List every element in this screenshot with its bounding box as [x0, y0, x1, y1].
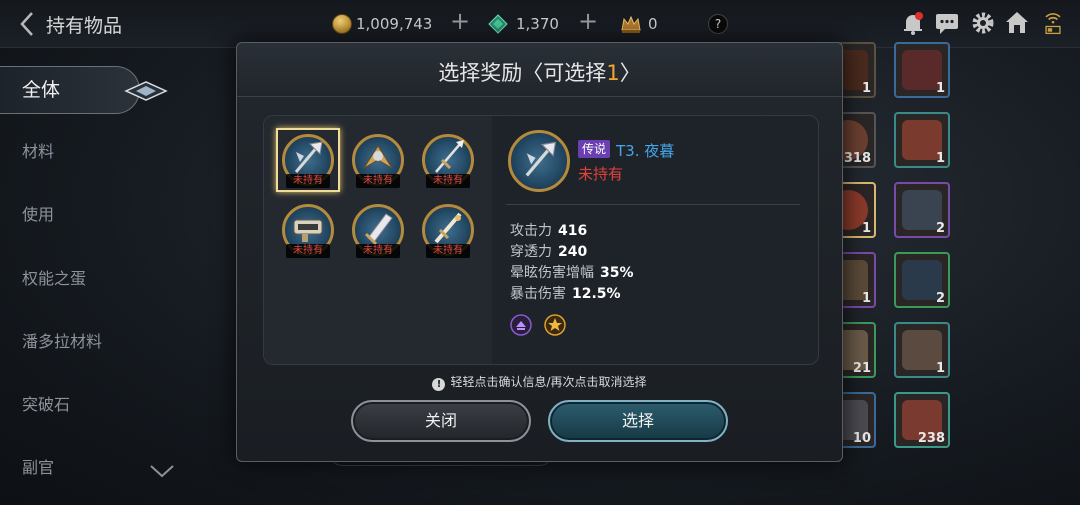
- inventory-slot[interactable]: 2: [894, 182, 950, 238]
- inventory-slot[interactable]: 1: [894, 322, 950, 378]
- stat-row: 暴击伤害 12.5%: [510, 286, 621, 302]
- reward-item-4[interactable]: 未持有: [278, 200, 338, 260]
- hint-text: ! 轻轻点击确认信息/再次点击取消选择: [237, 373, 842, 391]
- not-owned-tag: 未持有: [286, 174, 330, 188]
- sidebar-item-power-egg[interactable]: 权能之蛋: [0, 255, 175, 303]
- crown-amount: 0: [648, 15, 658, 33]
- add-gold-button[interactable]: +: [448, 9, 472, 34]
- modal-title: 选择奖励〈可选择1〉: [438, 61, 641, 85]
- wifi-battery-icon: [1045, 13, 1061, 35]
- not-owned-tag: 未持有: [356, 174, 400, 188]
- gold-currency: 1,009,743: [332, 12, 432, 36]
- reward-item-5[interactable]: 未持有: [348, 200, 408, 260]
- gold-coin-icon: [332, 14, 352, 34]
- sidebar-item-label: 材料: [22, 142, 55, 161]
- inventory-slot[interactable]: 2: [894, 252, 950, 308]
- reward-item-1[interactable]: 未持有: [276, 128, 340, 192]
- not-owned-tag: 未持有: [426, 244, 470, 258]
- inventory-slot[interactable]: 1: [894, 42, 950, 98]
- axe-weapon-icon: [525, 141, 557, 177]
- reward-list: 未持有 未持有 未持有 未持有 未持有 未持有: [264, 116, 492, 364]
- sidebar-item-label: 使用: [22, 205, 55, 224]
- sidebar-item-label: 副官: [22, 458, 55, 477]
- sidebar-item-pandora-materials[interactable]: 潘多拉材料: [0, 318, 175, 366]
- select-button[interactable]: 选择: [548, 400, 728, 442]
- reward-select-modal: 选择奖励〈可选择1〉 未持有 未持有 未持有 未持有 未持有 未持有 传说 T3…: [236, 42, 843, 462]
- not-owned-tag: 未持有: [286, 244, 330, 258]
- help-button[interactable]: ?: [708, 14, 728, 34]
- stat-row: 晕眩伤害增幅 35%: [510, 265, 634, 281]
- axe-weapon-icon: [294, 141, 323, 173]
- sidebar-item-all[interactable]: 全体: [0, 66, 140, 114]
- rarity-badge: 传说: [578, 140, 611, 158]
- gun-weapon-icon: [293, 219, 323, 242]
- not-owned-tag: 未持有: [426, 174, 470, 188]
- back-arrow-icon[interactable]: [16, 10, 40, 38]
- gauntlet-weapon-icon: [363, 145, 393, 169]
- sidebar-item-breakthrough-stone[interactable]: 突破石: [0, 381, 175, 429]
- greatsword-weapon-icon: [364, 213, 393, 246]
- sidebar-item-label: 权能之蛋: [22, 269, 87, 288]
- sidebar-item-materials[interactable]: 材料: [0, 128, 175, 176]
- modal-header: 选择奖励〈可选择1〉: [237, 43, 842, 97]
- selected-item-icon: [508, 130, 570, 192]
- inventory-slot[interactable]: 1: [894, 112, 950, 168]
- skill-gold-star-icon[interactable]: [544, 314, 566, 336]
- ownership-status: 未持有: [578, 165, 624, 183]
- sidebar-item-label: 全体: [22, 79, 61, 101]
- settings-gear-icon[interactable]: [970, 10, 996, 36]
- gold-amount: 1,009,743: [356, 15, 433, 33]
- crown-currency: 0: [620, 12, 658, 36]
- notification-bell-icon[interactable]: [900, 10, 926, 36]
- selected-diamond-icon: [124, 81, 168, 101]
- skill-purple-icon[interactable]: [510, 314, 532, 336]
- home-icon[interactable]: [1004, 10, 1030, 36]
- add-gem-button[interactable]: +: [576, 9, 600, 34]
- not-owned-tag: 未持有: [356, 244, 400, 258]
- sidebar-item-use[interactable]: 使用: [0, 191, 175, 239]
- info-icon: !: [432, 378, 446, 391]
- selectable-count: 1: [606, 61, 620, 85]
- page-title: 持有物品: [46, 15, 123, 37]
- item-name: T3. 夜暮: [616, 142, 675, 160]
- reward-item-3[interactable]: 未持有: [418, 130, 478, 190]
- sidebar-item-label: 突破石: [22, 395, 71, 414]
- gem-amount: 1,370: [516, 15, 559, 33]
- divider: [506, 204, 800, 205]
- crown-icon: [621, 15, 641, 33]
- chat-icon[interactable]: [934, 10, 960, 36]
- chevron-down-icon[interactable]: [148, 462, 176, 480]
- close-button[interactable]: 关闭: [351, 400, 531, 442]
- reward-item-2[interactable]: 未持有: [348, 130, 408, 190]
- top-bar: 持有物品 1,009,743 + 1,370 + 0 ?: [0, 0, 1080, 48]
- category-sidebar: 全体 材料 使用 权能之蛋 潘多拉材料 突破石 副官: [0, 60, 175, 505]
- reward-panel: 未持有 未持有 未持有 未持有 未持有 未持有 传说 T3. 夜暮 未持有 攻击…: [263, 115, 819, 365]
- stat-row: 攻击力 416: [510, 223, 588, 239]
- reward-item-6[interactable]: 未持有: [418, 200, 478, 260]
- gem-icon: [488, 14, 508, 34]
- sword-weapon-icon: [434, 212, 462, 244]
- sidebar-item-label: 潘多拉材料: [22, 332, 103, 351]
- gem-currency: 1,370: [488, 12, 559, 36]
- inventory-slot[interactable]: 238: [894, 392, 950, 448]
- spear-weapon-icon: [435, 140, 464, 173]
- stat-row: 穿透力 240: [510, 244, 588, 260]
